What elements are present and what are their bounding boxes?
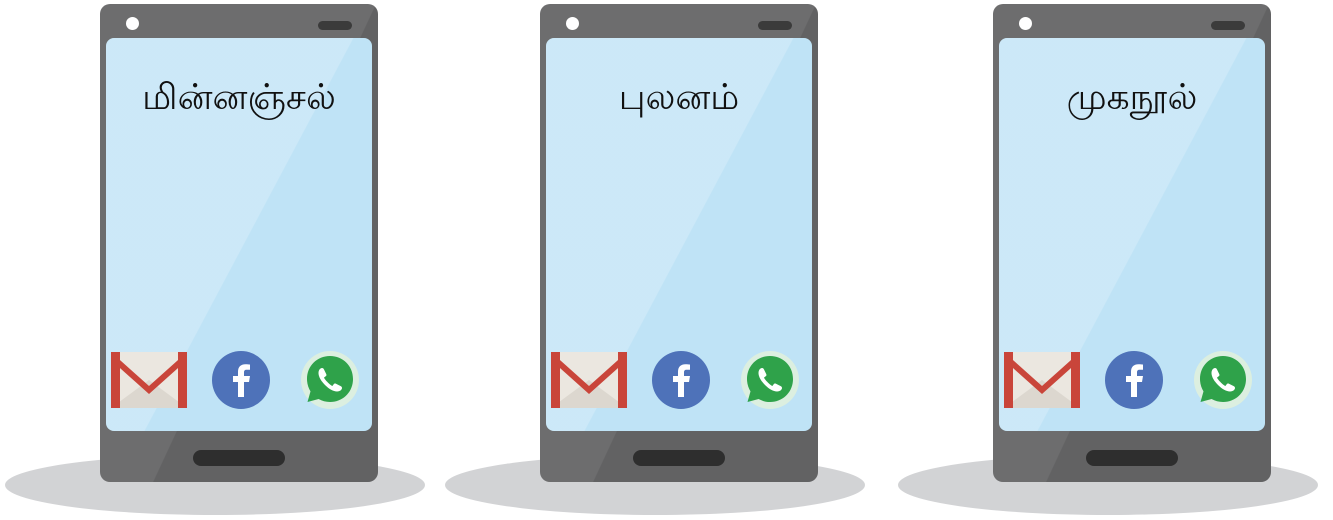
facebook-icon[interactable] [651, 350, 711, 410]
whatsapp-icon[interactable] [1193, 350, 1253, 410]
phone-group-1: மின்னஞ்சல் [0, 0, 440, 520]
speaker-grill [1211, 21, 1245, 30]
phone-3: முகநூல் [993, 4, 1271, 482]
camera-icon [566, 17, 579, 30]
phone-group-2: புலனம் [440, 0, 880, 520]
app-row [999, 350, 1265, 410]
screen-title: முகநூல் [1066, 77, 1198, 118]
phone-screen: புலனம் [546, 38, 812, 431]
phone-2: புலனம் [540, 4, 818, 482]
gmail-icon[interactable] [1002, 350, 1082, 410]
gmail-icon[interactable] [109, 350, 189, 410]
facebook-icon[interactable] [211, 350, 271, 410]
phone-screen: முகநூல் [999, 38, 1265, 431]
home-button[interactable] [1086, 450, 1178, 466]
phone-group-3: முகநூல் [893, 0, 1333, 520]
whatsapp-icon[interactable] [300, 350, 360, 410]
app-row [546, 350, 812, 410]
home-button[interactable] [633, 450, 725, 466]
screen-title: மின்னஞ்சல் [142, 77, 336, 118]
app-row [106, 350, 372, 410]
speaker-grill [758, 21, 792, 30]
speaker-grill [318, 21, 352, 30]
phone-1: மின்னஞ்சல் [100, 4, 378, 482]
home-button[interactable] [193, 450, 285, 466]
camera-icon [1019, 17, 1032, 30]
phone-screen: மின்னஞ்சல் [106, 38, 372, 431]
screen-title: புலனம் [618, 77, 740, 118]
camera-icon [126, 17, 139, 30]
gmail-icon[interactable] [549, 350, 629, 410]
facebook-icon[interactable] [1104, 350, 1164, 410]
whatsapp-icon[interactable] [740, 350, 800, 410]
